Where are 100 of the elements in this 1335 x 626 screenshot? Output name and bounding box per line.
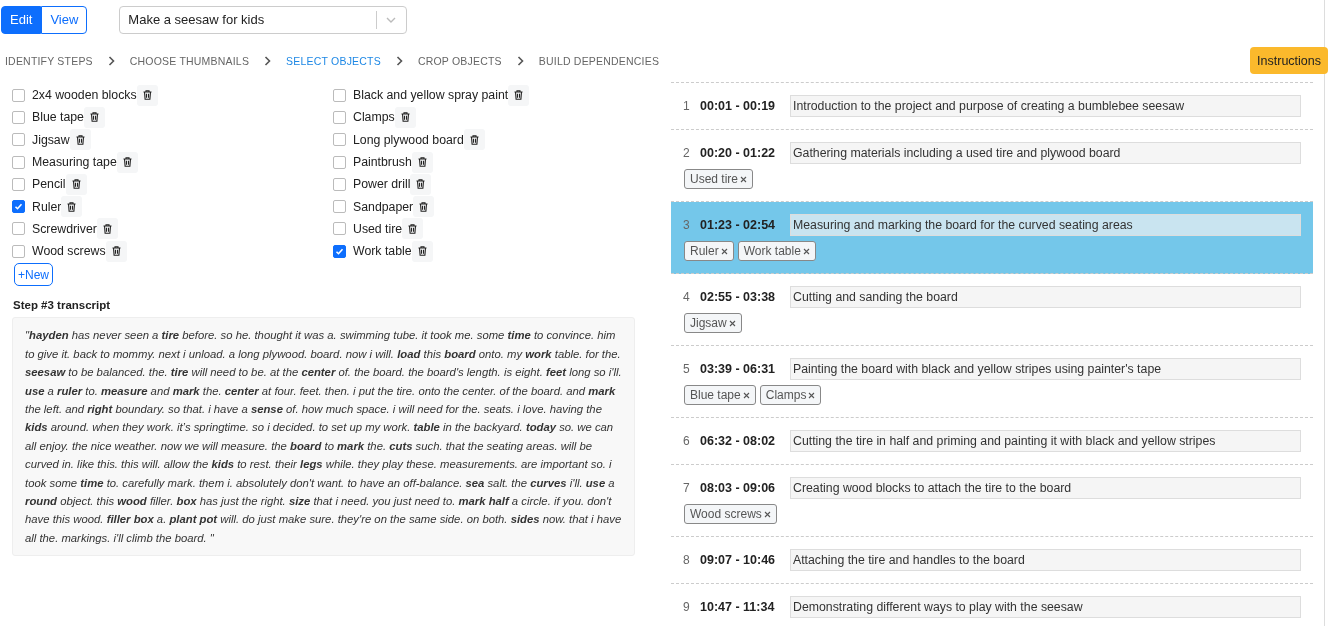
step-row[interactable]: 6 06:32 - 08:02 Cutting the tire in half and priming and painting it with black and yellow stripes [671,418,1313,465]
step-number: 4 [683,290,691,304]
remove-icon[interactable] [763,510,771,518]
object-label: Work table [353,244,412,259]
remove-icon[interactable] [742,391,750,399]
step-description-field[interactable]: Cutting and sanding the board [790,286,1301,308]
remove-icon[interactable] [720,247,728,255]
step-description-field[interactable]: Gathering materials including a used tire and plywood board [790,142,1301,164]
remove-icon[interactable] [740,175,748,183]
stepper-tab[interactable]: CROP OBJECTS [417,55,502,67]
checkbox[interactable] [12,177,25,191]
checkbox[interactable] [333,177,346,191]
checkbox[interactable] [12,200,25,214]
delete-button[interactable] [105,240,127,262]
stepper-tab[interactable]: CHOOSE THUMBNAILS [129,55,250,67]
checkbox[interactable] [12,155,25,169]
trash-icon [408,223,418,234]
checkbox[interactable] [333,133,346,147]
checkbox[interactable] [333,110,346,124]
project-select[interactable]: Make a seesaw for kids [119,5,408,34]
tag-label: Used tire [690,172,739,186]
delete-button[interactable] [394,106,416,128]
check-icon [14,202,23,212]
trash-icon [142,90,152,101]
step-row[interactable]: 2 00:20 - 01:22 Gathering materials including a used tire and plywood board Used tire [671,130,1313,202]
step-description-field[interactable]: Demonstrating different ways to play with the seesaw [790,596,1301,618]
trash-icon [400,112,410,123]
step-description-field[interactable]: Painting the board with black and yellow stripes using painter's tape [790,358,1301,380]
instructions-button[interactable]: Instructions [1250,47,1328,74]
step-row[interactable]: 1 00:01 - 00:19 Introduction to the project and purpose of creating a bumblebee seesaw [671,83,1313,130]
chevron-icon [395,56,403,66]
delete-button[interactable] [411,151,433,173]
trash-icon [67,201,77,212]
step-number: 7 [683,481,691,495]
step-description-field[interactable]: Creating wood blocks to attach the tire to the board [790,477,1301,499]
object-label: Paintbrush [353,155,412,170]
checkbox[interactable] [12,133,25,147]
delete-button[interactable] [410,173,432,195]
checkbox[interactable] [12,222,25,236]
delete-button[interactable] [463,129,485,151]
delete-button[interactable] [61,196,83,218]
step-description-field[interactable]: Cutting the tire in half and priming and painting it with black and yellow stripes [790,430,1301,452]
step-row[interactable]: 3 01:23 - 02:54 Measuring and marking the board for the curved seating areas Ruler Work table [671,202,1313,274]
delete-button[interactable] [96,218,118,240]
delete-button[interactable] [116,151,138,173]
remove-icon[interactable] [808,391,816,399]
step-description-field[interactable]: Introduction to the project and purpose of creating a bumblebee seesaw [790,95,1301,117]
remove-icon[interactable] [802,247,810,255]
delete-button[interactable] [402,218,424,240]
checkbox[interactable] [12,244,25,258]
remove-icon[interactable] [728,319,736,327]
object-label: Ruler [32,199,62,214]
checkbox[interactable] [333,88,346,102]
transcript-title: Step #3 transcript [12,298,112,312]
delete-button[interactable] [65,173,87,195]
chevron-icon [264,56,272,66]
step-description-field[interactable]: Measuring and marking the board for the curved seating areas [790,214,1301,236]
step-time: 08:03 - 09:06 [700,481,777,495]
object-label: Jigsaw [32,132,70,147]
mode-toggle-button[interactable]: View [41,5,88,34]
checkbox[interactable] [333,222,346,236]
trash-icon [71,179,81,190]
checkbox[interactable] [333,200,346,214]
delete-button[interactable] [83,106,105,128]
chevron-icon [107,56,115,66]
delete-button[interactable] [69,129,91,151]
step-description-field[interactable]: Attaching the tire and handles to the board [790,549,1301,571]
step-time: 06:32 - 08:02 [700,434,777,448]
trash-icon [111,246,121,257]
mode-toggle-button[interactable]: Edit [1,5,42,34]
stepper-tab[interactable]: BUILD DEPENDENCIES [538,55,660,67]
checkbox[interactable] [12,110,25,124]
object-label: 2x4 wooden blocks [32,88,137,103]
step-number: 6 [683,434,691,448]
object-label: Black and yellow spray paint [353,88,509,103]
step-time: 10:47 - 11:34 [700,600,776,614]
object-label: Screwdriver [32,221,97,236]
step-row[interactable]: 9 10:47 - 11:34 Demonstrating different ways to play with the seesaw [671,584,1313,626]
stepper-tab[interactable]: SELECT OBJECTS [286,55,381,67]
step-row[interactable]: 4 02:55 - 03:38 Cutting and sanding the board Jigsaw [671,274,1313,346]
step-time: 09:07 - 10:46 [700,553,777,567]
step-row[interactable]: 8 09:07 - 10:46 Attaching the tire and handles to the board [671,537,1313,584]
delete-button[interactable] [508,84,530,106]
new-button[interactable]: +New [14,263,53,287]
trash-icon [416,179,426,190]
step-row[interactable]: 7 08:03 - 09:06 Creating wood blocks to attach the tire to the board Wood screws [671,465,1313,537]
checkbox[interactable] [12,88,25,102]
object-label: Used tire [353,221,403,236]
tag-label: Work table [743,244,801,258]
checkbox[interactable] [333,244,346,258]
delete-button[interactable] [411,240,433,262]
object-label: Pencil [32,177,66,192]
step-number: 5 [683,362,691,376]
object-label: Clamps [353,110,395,125]
stepper-tab[interactable]: IDENTIFY STEPS [5,55,93,67]
step-time: 00:20 - 01:22 [700,146,777,160]
checkbox[interactable] [333,155,346,169]
delete-button[interactable] [136,84,158,106]
delete-button[interactable] [413,196,435,218]
step-row[interactable]: 5 03:39 - 06:31 Painting the board with black and yellow stripes using painter's tape Blue tape Clamps [671,346,1313,418]
